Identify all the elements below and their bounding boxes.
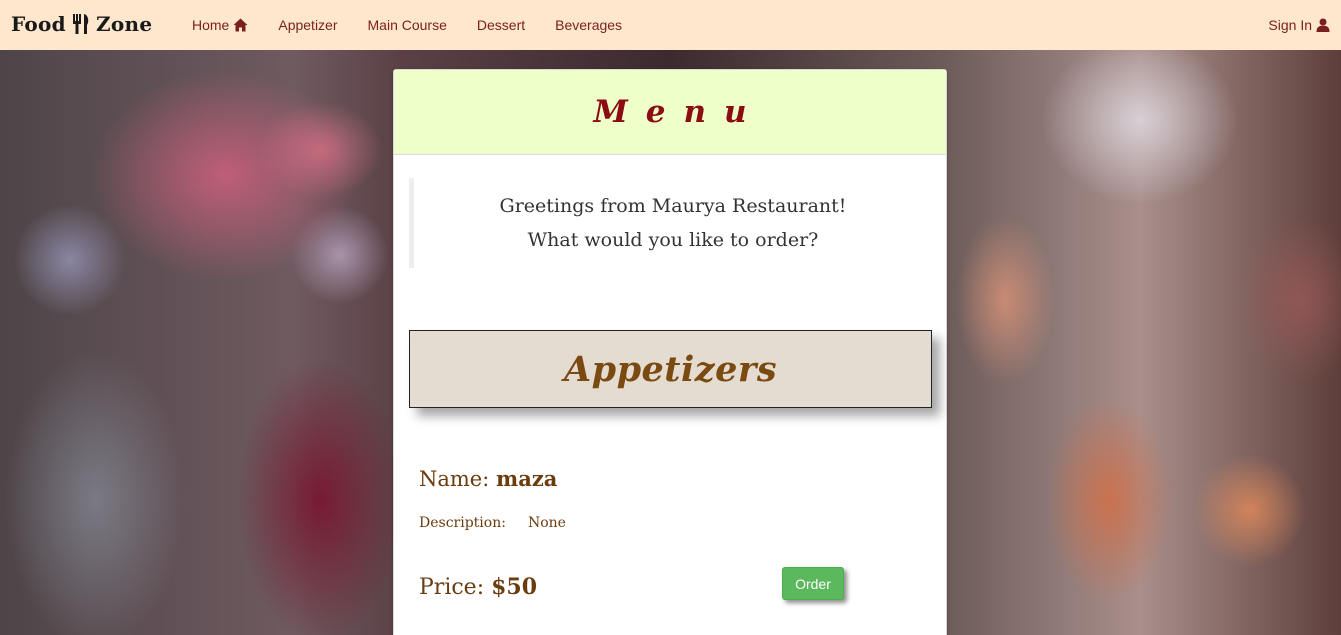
sign-in-link[interactable]: Sign In <box>1268 0 1330 50</box>
menu-header: Menu <box>394 70 946 155</box>
nav-home-link[interactable]: Home <box>177 0 263 50</box>
sign-in-label: Sign In <box>1268 17 1312 33</box>
navbar: Food Zone Home Appetizer Main Course Des <box>0 0 1341 50</box>
item-price-label: Price: <box>419 575 485 600</box>
user-icon <box>1316 18 1330 32</box>
nav-home-label: Home <box>192 17 230 33</box>
home-icon <box>233 18 248 32</box>
nav-dessert-link[interactable]: Dessert <box>462 0 540 50</box>
item-name: Name: maza <box>419 466 557 491</box>
brand-text-zone: Zone <box>95 12 153 36</box>
menu-panel: Menu Greetings from Maurya Restaurant! W… <box>393 69 947 635</box>
item-description-label: Description: <box>419 515 506 531</box>
item-description: Description: None <box>419 515 566 531</box>
item-name-value: maza <box>496 466 558 491</box>
greeting-line-1: Greetings from Maurya Restaurant! <box>499 195 847 217</box>
item-name-label: Name: <box>419 467 490 491</box>
item-price: Price: $50 <box>419 574 537 600</box>
nav-beverages-link[interactable]: Beverages <box>540 0 637 50</box>
menu-title: Menu <box>593 94 765 130</box>
greeting-blockquote: Greetings from Maurya Restaurant! What w… <box>409 178 932 268</box>
section-title: Appetizers <box>563 348 778 390</box>
greeting-line-2: What would you like to order? <box>527 229 819 251</box>
nav-links: Home Appetizer Main Course Dessert Bever… <box>177 0 637 50</box>
nav-main-course-link[interactable]: Main Course <box>353 0 462 50</box>
order-button[interactable]: Order <box>782 567 844 600</box>
item-price-value: $50 <box>491 574 538 600</box>
nav-appetizer-link[interactable]: Appetizer <box>263 0 352 50</box>
fork-knife-icon <box>72 13 92 35</box>
appetizers-section-header: Appetizers <box>409 330 932 408</box>
item-description-value: None <box>527 515 566 531</box>
brand-logo[interactable]: Food Zone <box>11 12 152 36</box>
brand-text-food: Food <box>11 12 66 36</box>
